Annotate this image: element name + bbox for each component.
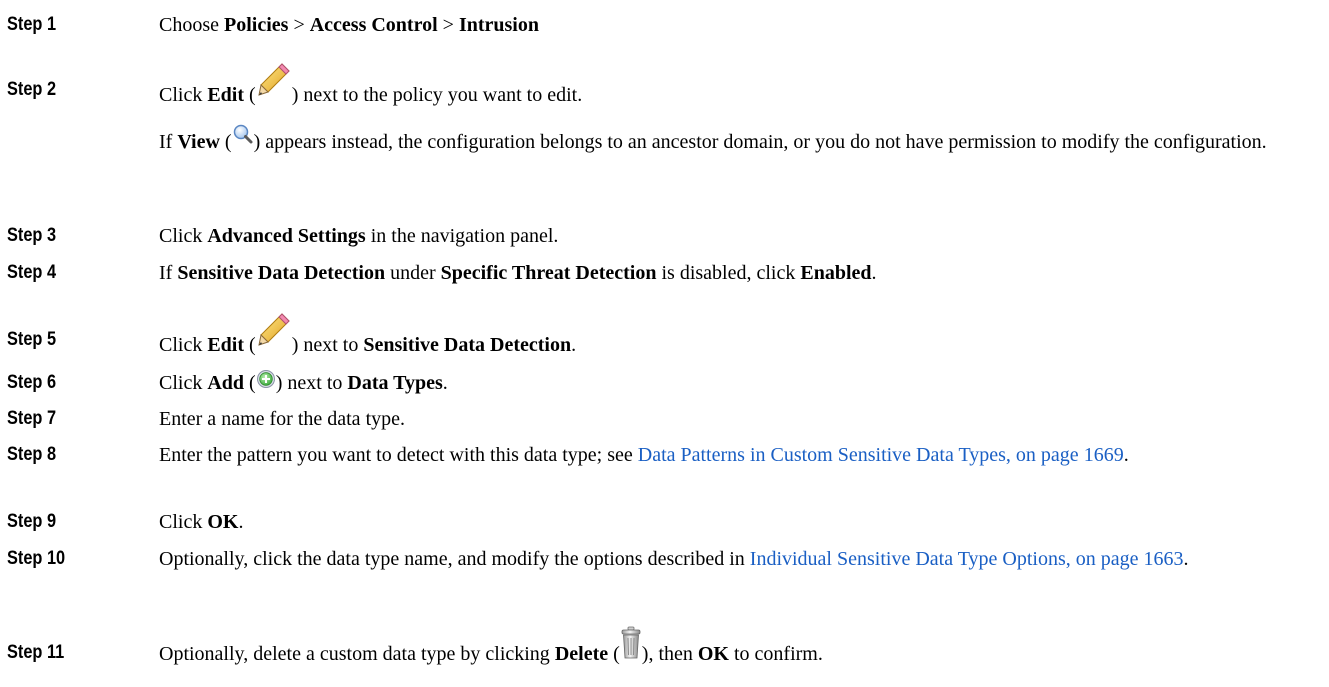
text-span: . <box>1183 548 1189 570</box>
step-text: Click Edit ( ) next to Sensitive Data De… <box>159 313 1309 360</box>
step-label: Step 2 <box>7 79 57 100</box>
text-span: is disabled, click <box>656 262 801 284</box>
view-label: View <box>177 131 220 153</box>
menu-policies: Policies <box>224 14 289 36</box>
step-label: Step 5 <box>7 329 57 350</box>
text-span: . <box>442 372 448 394</box>
step-label: Step 6 <box>7 372 57 393</box>
ok-label: OK <box>697 643 729 665</box>
pencil-icon <box>256 63 292 105</box>
step-text: Click Add ( ) next to Data Types. <box>159 368 1309 398</box>
text-span: If <box>159 262 178 284</box>
step-label: Step 1 <box>7 14 57 35</box>
text-span: . <box>571 334 577 356</box>
text-span: ( <box>244 84 256 106</box>
step-text: Click Advanced Settings in the navigatio… <box>159 221 1309 251</box>
step-text: Choose Policies > Access Control > Intru… <box>159 10 1309 40</box>
data-patterns-link[interactable]: Data Patterns in Custom Sensitive Data T… <box>638 444 1124 466</box>
trash-icon <box>620 626 642 662</box>
step-label: Step 7 <box>7 408 57 429</box>
separator: > <box>288 14 310 36</box>
step-2-note: If View ( ) appears instead, the configu… <box>159 124 1319 157</box>
text-span: to confirm. <box>729 643 823 665</box>
step-label: Step 3 <box>7 225 57 246</box>
text-span: ) appears instead, the configuration bel… <box>253 131 1267 153</box>
text-span: . <box>238 511 244 533</box>
text-span: Optionally, delete a custom data type by… <box>159 643 555 665</box>
step-label: Step 11 <box>7 642 65 663</box>
magnifier-icon <box>232 124 254 149</box>
add-label: Add <box>207 372 245 394</box>
text-span: under <box>385 262 441 284</box>
text-span: . <box>871 262 877 284</box>
step-text: If Sensitive Data Detection under Specif… <box>159 258 1309 288</box>
text-span: in the navigation panel. <box>365 225 559 247</box>
edit-label: Edit <box>207 84 245 106</box>
text-span: ( <box>219 131 232 153</box>
pencil-icon <box>256 313 292 355</box>
ok-label: OK <box>207 511 239 533</box>
delete-label: Delete <box>554 643 609 665</box>
data-types-label: Data Types <box>347 372 443 394</box>
text-span: Optionally, click the data type name, an… <box>159 548 750 570</box>
text-span: Click <box>159 84 208 106</box>
text-span: Click <box>159 511 208 533</box>
sensitive-data-detection-label: Sensitive Data Detection <box>177 262 386 284</box>
text-span: ) next to <box>291 334 364 356</box>
text-span: ( <box>244 334 256 356</box>
text-span: Click <box>159 334 208 356</box>
step-text: Enter the pattern you want to detect wit… <box>159 440 1299 470</box>
text-span: . <box>1123 444 1129 466</box>
specific-threat-detection-label: Specific Threat Detection <box>440 262 657 284</box>
advanced-settings-label: Advanced Settings <box>207 225 366 247</box>
text-span: ) next to the policy you want to edit. <box>291 84 583 106</box>
step-text: Optionally, click the data type name, an… <box>159 544 1289 574</box>
separator: > <box>437 14 459 36</box>
step-text: Optionally, delete a custom data type by… <box>159 626 1309 669</box>
text-span: If <box>159 131 178 153</box>
sensitive-data-detection-label: Sensitive Data Detection <box>363 334 572 356</box>
menu-access-control: Access Control <box>309 14 438 36</box>
individual-options-link[interactable]: Individual Sensitive Data Type Options, … <box>750 548 1184 570</box>
step-label: Step 10 <box>7 548 66 569</box>
text-span: ), then <box>641 643 698 665</box>
text-span: ) next to <box>275 372 348 394</box>
text-span: Enter the pattern you want to detect wit… <box>159 444 638 466</box>
add-circle-icon <box>256 370 276 391</box>
step-label: Step 9 <box>7 511 57 532</box>
step-text: Click OK. <box>159 507 1309 537</box>
step-label: Step 8 <box>7 444 57 465</box>
text-span: Choose <box>159 14 224 36</box>
step-text: Enter a name for the data type. <box>159 408 405 430</box>
text-span: Click <box>159 225 208 247</box>
text-span: ( <box>608 643 620 665</box>
text-span: ( <box>244 372 256 394</box>
step-label: Step 4 <box>7 262 57 283</box>
menu-intrusion: Intrusion <box>458 14 539 36</box>
step-text: Click Edit ( ) next to the policy you wa… <box>159 63 1309 110</box>
text-span: Click <box>159 372 208 394</box>
enabled-label: Enabled <box>800 262 872 284</box>
edit-label: Edit <box>207 334 245 356</box>
